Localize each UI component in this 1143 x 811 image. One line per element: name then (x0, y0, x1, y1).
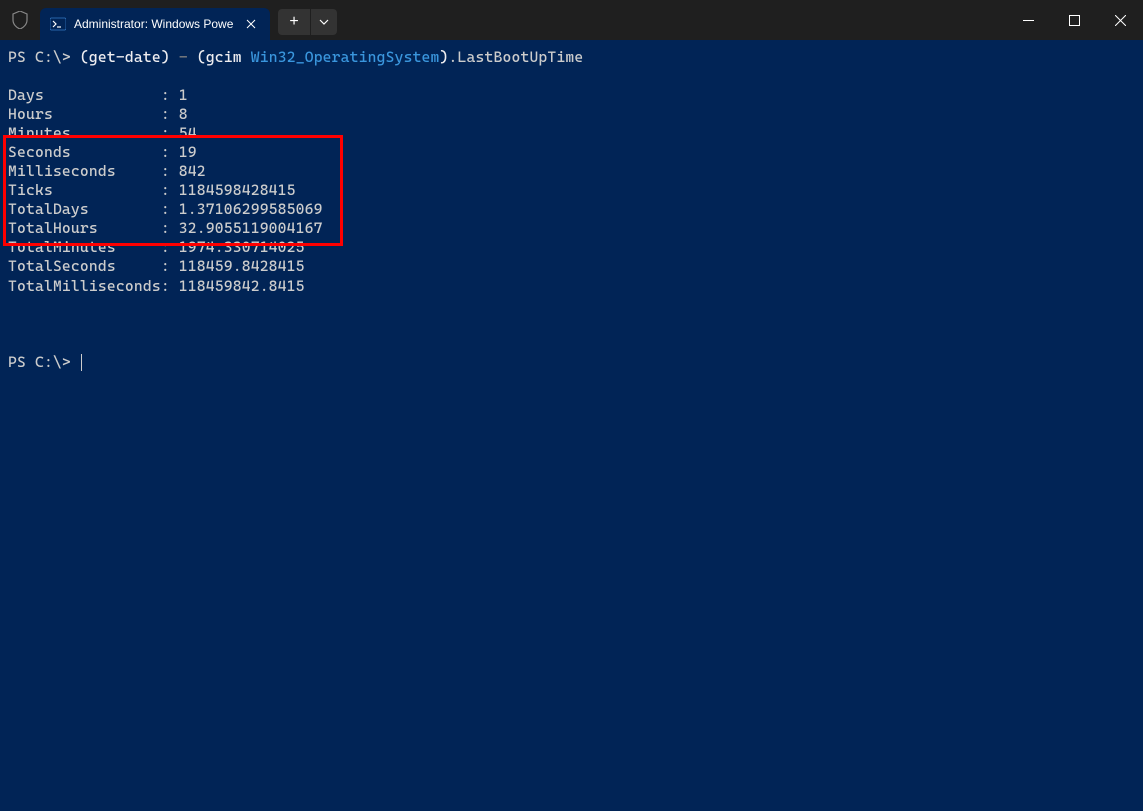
cmd-minus: - (170, 48, 197, 66)
prompt-text: PS C:\> (8, 48, 80, 66)
cmd-class: Win32_OperatingSystem (242, 48, 440, 66)
close-icon (246, 19, 256, 29)
prompt-text-2: PS C:\> (8, 353, 80, 371)
cmd-paren-close1: ) (161, 48, 170, 66)
cmd-gcim: gcim (206, 48, 242, 66)
prompt-line-2: PS C:\> (8, 353, 1135, 372)
minimize-button[interactable] (1005, 0, 1051, 40)
cursor (81, 354, 82, 371)
tab-title: Administrator: Windows Powe (74, 17, 234, 31)
output-row: TotalHours : 32.9055119004167 (8, 219, 1135, 238)
chevron-down-icon (319, 19, 329, 25)
minimize-icon (1023, 15, 1034, 26)
command-line: PS C:\> (get-date) - (gcim Win32_Operati… (8, 48, 1135, 67)
active-tab[interactable]: Administrator: Windows Powe (40, 8, 270, 40)
output-row: Seconds : 19 (8, 143, 1135, 162)
terminal-body[interactable]: PS C:\> (get-date) - (gcim Win32_Operati… (0, 40, 1143, 380)
output-row: Minutes : 54 (8, 124, 1135, 143)
cmd-paren-close2: ) (440, 48, 449, 66)
output-row: Milliseconds : 842 (8, 162, 1135, 181)
output-row: TotalSeconds : 118459.8428415 (8, 257, 1135, 276)
shield-area (0, 0, 40, 40)
new-tab-button[interactable]: + (278, 9, 310, 35)
output-row: Days : 1 (8, 86, 1135, 105)
cmd-paren-open1: ( (80, 48, 89, 66)
titlebar: Administrator: Windows Powe + (0, 0, 1143, 40)
window-controls (1005, 0, 1143, 40)
cmd-getdate: get-date (89, 48, 161, 66)
output-row: TotalMinutes : 1974.330714025 (8, 238, 1135, 257)
powershell-icon (50, 16, 66, 32)
maximize-icon (1069, 15, 1080, 26)
output-row: Ticks : 1184598428415 (8, 181, 1135, 200)
tab-dropdown-button[interactable] (311, 9, 337, 35)
close-icon (1115, 15, 1126, 26)
output-row: TotalMilliseconds: 118459842.8415 (8, 277, 1135, 296)
tab-buttons: + (278, 9, 337, 35)
cmd-paren-open2: ( (197, 48, 206, 66)
maximize-button[interactable] (1051, 0, 1097, 40)
terminal-content[interactable]: PS C:\> (get-date) - (gcim Win32_Operati… (0, 40, 1143, 380)
output-block: Days : 1Hours : 8Minutes : 54Seconds : 1… (8, 86, 1135, 296)
close-window-button[interactable] (1097, 0, 1143, 40)
cmd-property: .LastBootUpTime (449, 48, 584, 66)
tab-close-button[interactable] (242, 15, 260, 33)
output-row: Hours : 8 (8, 105, 1135, 124)
shield-icon (12, 11, 28, 29)
output-row: TotalDays : 1.37106299585069 (8, 200, 1135, 219)
